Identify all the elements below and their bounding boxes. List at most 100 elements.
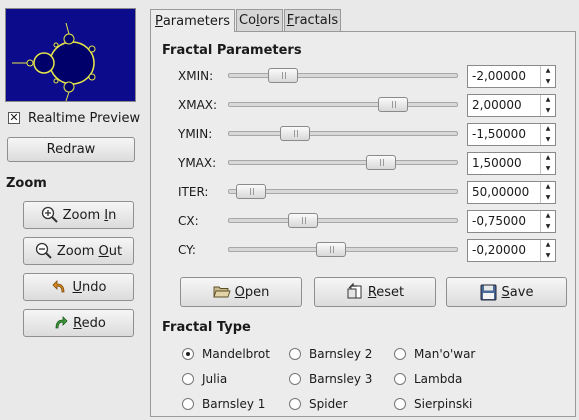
spin-input-ymin[interactable]: -1,50000 ▲ ▼ [467, 123, 556, 146]
slider-handle-cx[interactable] [288, 213, 318, 228]
slider-handle-iter[interactable] [236, 184, 266, 199]
fractal-type-label: Sierpinski [414, 397, 473, 411]
folder-open-icon [213, 283, 231, 301]
slider-handle-ymax[interactable] [366, 155, 396, 170]
spin-value-cy[interactable]: -0,20000 [468, 240, 540, 261]
redraw-button[interactable]: Redraw [7, 137, 135, 162]
reset-label: Reset [367, 284, 405, 300]
radio-button[interactable] [394, 398, 406, 410]
fractal-type-label: Spider [309, 397, 348, 411]
param-label-ymax: YMAX: [178, 156, 217, 170]
save-label: Save [501, 284, 534, 300]
spin-arrows: ▲ ▼ [540, 240, 555, 261]
spin-value-ymax[interactable]: 1,50000 [468, 153, 540, 174]
realtime-preview-checkbox[interactable]: ✕ [8, 112, 20, 124]
spin-down-icon[interactable]: ▼ [541, 77, 555, 88]
fractal-type-mandelbrot[interactable]: Mandelbrot [182, 346, 270, 362]
fractal-type-barnsley-1[interactable]: Barnsley 1 [182, 396, 265, 412]
open-label: Open [234, 284, 270, 300]
save-button[interactable]: Save [446, 277, 567, 307]
spin-value-cx[interactable]: -0,75000 [468, 211, 540, 232]
slider-track-xmax[interactable] [228, 102, 458, 107]
slider-handle-xmax[interactable] [378, 97, 408, 112]
spin-input-ymax[interactable]: 1,50000 ▲ ▼ [467, 152, 556, 175]
fractal-type-lambda[interactable]: Lambda [394, 371, 462, 387]
spin-value-xmax[interactable]: 2,00000 [468, 95, 540, 116]
spin-input-cx[interactable]: -0,75000 ▲ ▼ [467, 210, 556, 233]
fractal-type-label: Mandelbrot [202, 347, 270, 361]
radio-button[interactable] [289, 373, 301, 385]
slider-handle-cy[interactable] [316, 242, 346, 257]
zoom-out-button[interactable]: Zoom Out [23, 237, 134, 265]
param-label-xmin: XMIN: [178, 69, 214, 83]
zoom-out-label: Zoom Out [56, 243, 123, 259]
undo-button[interactable]: Undo [23, 273, 134, 301]
spin-down-icon[interactable]: ▼ [541, 222, 555, 233]
spin-up-icon[interactable]: ▲ [541, 182, 555, 193]
tab-colors[interactable]: Co l ors [236, 9, 283, 31]
slider-track-xmin[interactable] [228, 73, 458, 78]
floppy-disk-icon [480, 283, 498, 301]
spin-up-icon[interactable]: ▲ [541, 95, 555, 106]
slider-track-cx[interactable] [228, 218, 458, 223]
open-button[interactable]: Open [180, 277, 302, 307]
slider-handle-ymin[interactable] [280, 126, 310, 141]
spin-up-icon[interactable]: ▲ [541, 211, 555, 222]
radio-button[interactable] [289, 398, 301, 410]
tab-parameters[interactable]: Parameters [150, 9, 235, 32]
spin-arrows: ▲ ▼ [540, 211, 555, 232]
spin-up-icon[interactable]: ▲ [541, 124, 555, 135]
param-label-ymin: YMIN: [178, 127, 213, 141]
spin-arrows: ▲ ▼ [540, 153, 555, 174]
reset-button[interactable]: Reset [314, 277, 436, 307]
spin-down-icon[interactable]: ▼ [541, 193, 555, 204]
spin-down-icon[interactable]: ▼ [541, 106, 555, 117]
spin-down-icon[interactable]: ▼ [541, 135, 555, 146]
fractal-type-spider[interactable]: Spider [289, 396, 348, 412]
fractal-type-label: Lambda [414, 372, 463, 386]
spin-input-xmin[interactable]: -2,00000 ▲ ▼ [467, 65, 556, 88]
fractal-type-label: Barnsley 1 [202, 397, 266, 411]
mandelbrot-preview-image [6, 9, 135, 101]
fractal-type-title: Fractal Type [162, 320, 251, 335]
fractal-type-barnsley-2[interactable]: Barnsley 2 [289, 346, 372, 362]
radio-button[interactable] [182, 373, 194, 385]
spin-up-icon[interactable]: ▲ [541, 153, 555, 164]
reset-icon [346, 283, 364, 301]
redo-label: Redo [73, 315, 106, 331]
slider-track-ymax[interactable] [228, 160, 458, 165]
realtime-preview-toggle[interactable]: ✕ Realtime Preview [8, 110, 140, 126]
slider-track-ymin[interactable] [228, 131, 458, 136]
radio-button[interactable] [289, 348, 301, 360]
spin-input-cy[interactable]: -0,20000 ▲ ▼ [467, 239, 556, 262]
spin-up-icon[interactable]: ▲ [541, 240, 555, 251]
spin-down-icon[interactable]: ▼ [541, 164, 555, 175]
spin-input-iter[interactable]: 50,00000 ▲ ▼ [467, 181, 556, 204]
spin-value-iter[interactable]: 50,00000 [468, 182, 540, 203]
zoom-in-button[interactable]: Zoom In [23, 201, 134, 229]
undo-label: Undo [72, 279, 107, 295]
spin-arrows: ▲ ▼ [540, 95, 555, 116]
spin-value-ymin[interactable]: -1,50000 [468, 124, 540, 145]
radio-button[interactable] [182, 348, 194, 360]
realtime-preview-label: Realtime Preview [28, 110, 141, 126]
undo-arrow-icon [51, 278, 69, 296]
param-label-xmax: XMAX: [178, 98, 218, 112]
fractal-type-julia[interactable]: Julia [182, 371, 227, 387]
fractal-type-label: Barnsley 2 [309, 347, 373, 361]
spin-up-icon[interactable]: ▲ [541, 66, 555, 77]
slider-handle-xmin[interactable] [268, 68, 298, 83]
zoom-in-label: Zoom In [62, 207, 117, 223]
fractal-type-sierpinski[interactable]: Sierpinski [394, 396, 472, 412]
tab-fractals[interactable]: Fractals [283, 9, 342, 31]
radio-button[interactable] [182, 398, 194, 410]
spin-input-xmax[interactable]: 2,00000 ▲ ▼ [467, 94, 556, 117]
spin-down-icon[interactable]: ▼ [541, 251, 555, 262]
radio-button[interactable] [394, 348, 406, 360]
fractal-type-barnsley-3[interactable]: Barnsley 3 [289, 371, 372, 387]
redo-button[interactable]: Redo [23, 309, 134, 337]
fractal-type-man-o-war[interactable]: Man'o'war [394, 346, 475, 362]
zoom-section-title: Zoom [6, 176, 47, 191]
spin-value-xmin[interactable]: -2,00000 [468, 66, 540, 87]
radio-button[interactable] [394, 373, 406, 385]
